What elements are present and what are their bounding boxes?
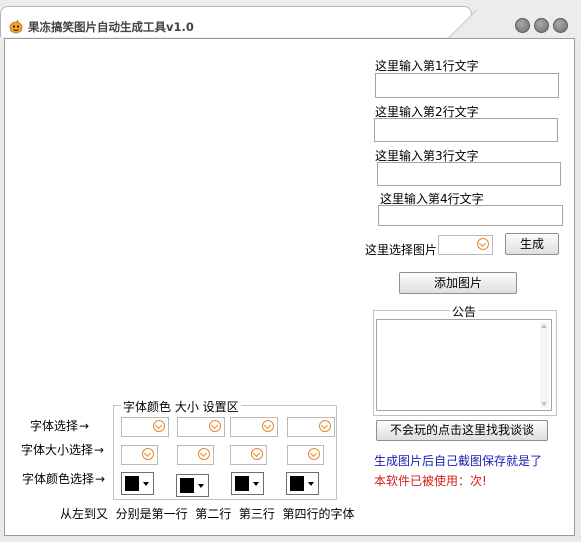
font-select-3[interactable]: [230, 417, 278, 437]
dropdown-arrow-icon: [253, 482, 259, 486]
settings-group-title: 字体颜色 大小 设置区: [121, 398, 241, 415]
line1-input[interactable]: [375, 73, 559, 98]
chevron-down-icon: [319, 420, 331, 432]
font-select-4[interactable]: [287, 417, 335, 437]
size-select-label-text: 字体大小选择: [21, 443, 94, 457]
window-title: 果冻搞笑图片自动生成工具v1.0: [28, 20, 194, 34]
close-icon[interactable]: [553, 18, 568, 33]
add-image-button[interactable]: 添加图片: [399, 272, 517, 294]
color-select-label: 字体颜色选择→: [22, 470, 105, 487]
size-select-2[interactable]: [177, 445, 214, 465]
settings-footer: 从左到又 分别是第一行 第二行 第三行 第四行的字体: [60, 507, 355, 521]
line1-label: 这里输入第1行文字: [375, 59, 479, 73]
size-select-3[interactable]: [230, 445, 267, 465]
color-swatch-4: [290, 476, 304, 491]
color-picker-1[interactable]: [121, 472, 154, 495]
image-select-dropdown[interactable]: [438, 235, 493, 255]
info-note: 生成图片后自己截图保存就是了: [374, 454, 543, 468]
color-swatch-2: [180, 478, 194, 493]
size-select-4[interactable]: [287, 445, 324, 465]
color-select-label-text: 字体颜色选择: [22, 472, 95, 486]
font-select-label-text: 字体选择: [30, 419, 79, 433]
color-picker-3[interactable]: [231, 472, 264, 495]
scroll-down-icon[interactable]: [541, 402, 547, 406]
usage-note: 本软件已被使用：次!: [374, 474, 487, 488]
line2-input[interactable]: [374, 118, 558, 142]
chevron-down-icon: [308, 448, 320, 460]
line4-input[interactable]: [378, 205, 563, 226]
minimize-icon[interactable]: [515, 18, 530, 33]
color-picker-4[interactable]: [286, 472, 319, 495]
font-select-2[interactable]: [177, 417, 225, 437]
arrow-right-icon: →: [95, 472, 106, 486]
color-swatch-1: [125, 476, 139, 491]
font-select-1[interactable]: [121, 417, 169, 437]
dropdown-arrow-icon: [198, 484, 204, 488]
color-swatch-3: [235, 476, 249, 491]
arrow-right-icon: →: [94, 443, 105, 457]
chevron-down-icon: [477, 238, 489, 250]
scroll-up-icon[interactable]: [541, 324, 547, 328]
notice-scrollbar[interactable]: [540, 322, 549, 408]
generate-button[interactable]: 生成: [505, 233, 559, 255]
dropdown-arrow-icon: [308, 482, 314, 486]
app-icon: [8, 18, 24, 34]
notice-textarea[interactable]: [376, 319, 552, 411]
image-select-label: 这里选择图片: [365, 243, 438, 257]
chevron-down-icon: [153, 420, 165, 432]
dropdown-arrow-icon: [143, 482, 149, 486]
size-select-1[interactable]: [121, 445, 158, 465]
help-button[interactable]: 不会玩的点击这里找我谈谈: [376, 420, 548, 441]
chevron-down-icon: [209, 420, 221, 432]
notice-title: 公告: [450, 303, 479, 320]
font-select-label: 字体选择→: [30, 417, 89, 434]
line3-input[interactable]: [377, 162, 561, 186]
color-picker-2[interactable]: [176, 474, 209, 497]
chevron-down-icon: [198, 448, 210, 460]
maximize-icon[interactable]: [534, 18, 549, 33]
chevron-down-icon: [251, 448, 263, 460]
arrow-right-icon: →: [79, 419, 90, 433]
chevron-down-icon: [262, 420, 274, 432]
size-select-label: 字体大小选择→: [21, 441, 104, 458]
chevron-down-icon: [142, 448, 154, 460]
